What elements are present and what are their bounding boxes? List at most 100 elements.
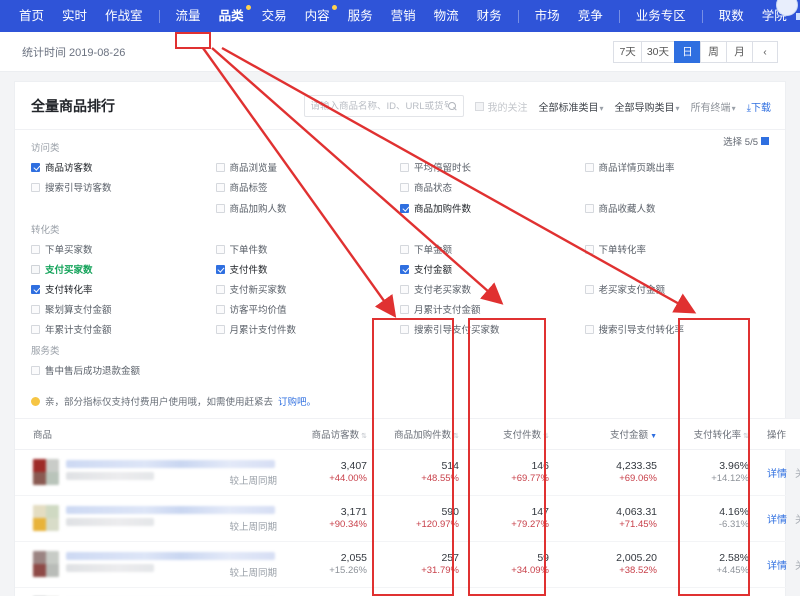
grid-icon[interactable] <box>796 13 800 20</box>
nav-item-9[interactable]: 营销 <box>382 0 425 32</box>
filter-checkbox-0-1-0[interactable]: 搜索引导访客数 <box>31 180 216 194</box>
detail-link[interactable]: 详情 <box>767 515 787 526</box>
my-follow-checkbox[interactable]: 我的关注 <box>475 99 528 114</box>
checkbox-icon[interactable] <box>400 265 409 274</box>
date-range-button-5[interactable]: ‹ <box>752 41 778 63</box>
filter-checkbox-2-2-0[interactable]: 支付转化率 <box>31 282 216 296</box>
filter-checkbox-2-0-0[interactable]: 下单买家数 <box>31 242 216 256</box>
search-input[interactable] <box>311 101 448 112</box>
filter-checkbox-2-1-0[interactable]: 支付买家数 <box>31 262 216 276</box>
checkbox-icon[interactable] <box>216 265 225 274</box>
checkbox-icon[interactable] <box>216 245 225 254</box>
nav-item-7[interactable]: 内容 <box>296 0 339 32</box>
filter-checkbox-2-0-3[interactable]: 下单转化率 <box>585 242 770 256</box>
subscribe-link[interactable]: 订购吧。 <box>278 394 316 408</box>
product-cell[interactable]: 较上周同期 <box>15 495 283 541</box>
search-icon[interactable] <box>448 102 457 111</box>
filter-checkbox-2-4-1[interactable]: 月累计支付件数 <box>216 322 401 336</box>
nav-item-5[interactable]: 品类 <box>210 0 253 32</box>
filter-checkbox-0-0-1[interactable]: 商品浏览量 <box>216 160 401 174</box>
filter-checkbox-2-0-2[interactable]: 下单金额 <box>400 242 585 256</box>
checkbox-icon[interactable] <box>31 305 40 314</box>
date-range-button-3[interactable]: 周 <box>700 41 726 63</box>
detail-link[interactable]: 详情 <box>767 469 787 480</box>
follow-link[interactable]: 关注 <box>795 561 800 572</box>
follow-link[interactable]: 关注 <box>795 515 800 526</box>
nav-item-16[interactable]: 业务专区 <box>627 0 695 32</box>
table-row[interactable]: 较上周同期301-15.45%49+36.11%27+42.11%700.27+… <box>15 587 800 596</box>
standard-category-select[interactable]: 全部标准类目▾ <box>539 99 604 114</box>
checkbox-icon[interactable] <box>31 265 40 274</box>
checkbox-icon[interactable] <box>216 285 225 294</box>
sort-icon[interactable]: ⇅ <box>361 432 367 440</box>
sort-icon[interactable]: ⇅ <box>543 432 549 440</box>
checkbox-icon[interactable] <box>31 183 40 192</box>
checkbox-icon[interactable] <box>585 163 594 172</box>
filter-checkbox-1-0-2[interactable]: 商品加购件数 <box>400 201 585 215</box>
table-row[interactable]: 较上周同期3,407+44.00%514+48.55%146+69.77%4,2… <box>15 450 800 496</box>
checkbox-icon[interactable] <box>400 325 409 334</box>
product-cell[interactable]: 较上周同期 <box>15 450 283 496</box>
nav-item-4[interactable]: 流量 <box>167 0 210 32</box>
checkbox-icon[interactable] <box>216 204 225 213</box>
filter-checkbox-2-0-1[interactable]: 下单件数 <box>216 242 401 256</box>
filter-checkbox-0-0-0[interactable]: 商品访客数 <box>31 160 216 174</box>
checkbox-icon[interactable] <box>31 163 40 172</box>
column-header-1[interactable]: 商品访客数⇅ <box>283 419 375 450</box>
filter-checkbox-1-0-3[interactable]: 商品收藏人数 <box>585 201 770 215</box>
column-header-5[interactable]: 支付转化率⇅ <box>665 419 757 450</box>
date-range-button-1[interactable]: 30天 <box>641 41 674 63</box>
filter-checkbox-3-0-0[interactable]: 售中售后成功退款金额 <box>31 363 216 377</box>
checkbox-icon[interactable] <box>585 325 594 334</box>
sort-icon[interactable]: ⇅ <box>743 432 749 440</box>
detail-link[interactable]: 详情 <box>767 561 787 572</box>
settings-icon[interactable] <box>761 137 769 145</box>
checkbox-icon[interactable] <box>31 285 40 294</box>
filter-checkbox-0-1-2[interactable]: 商品状态 <box>400 180 585 194</box>
search-box[interactable] <box>304 95 464 117</box>
filter-checkbox-2-3-0[interactable]: 聚划算支付金额 <box>31 302 216 316</box>
table-row[interactable]: 较上周同期2,055+15.26%257+31.79%59+34.09%2,00… <box>15 541 800 587</box>
nav-item-13[interactable]: 市场 <box>526 0 569 32</box>
filter-checkbox-2-3-2[interactable]: 月累计支付金额 <box>400 302 585 316</box>
product-cell[interactable]: 较上周同期 <box>15 587 283 596</box>
date-range-button-group[interactable]: 7天30天日周月‹ <box>613 41 778 63</box>
checkbox-icon[interactable] <box>216 183 225 192</box>
column-header-4[interactable]: 支付金额▼ <box>557 419 665 450</box>
filter-checkbox-2-4-0[interactable]: 年累计支付金额 <box>31 322 216 336</box>
filter-checkbox-2-2-1[interactable]: 支付新买家数 <box>216 282 401 296</box>
filter-checkbox-0-0-2[interactable]: 平均停留时长 <box>400 160 585 174</box>
download-button[interactable]: ⤓下载 <box>747 99 771 114</box>
filter-checkbox-2-2-2[interactable]: 支付老买家数 <box>400 282 585 296</box>
nav-item-1[interactable]: 实时 <box>53 0 96 32</box>
follow-link[interactable]: 关注 <box>795 469 800 480</box>
checkbox-icon[interactable] <box>400 204 409 213</box>
filter-checkbox-2-1-1[interactable]: 支付件数 <box>216 262 401 276</box>
date-range-button-0[interactable]: 7天 <box>613 41 640 63</box>
filter-checkbox-2-1-2[interactable]: 支付金额 <box>400 262 585 276</box>
checkbox-icon[interactable] <box>31 325 40 334</box>
nav-item-0[interactable]: 首页 <box>10 0 53 32</box>
checkbox-icon[interactable] <box>400 285 409 294</box>
filter-checkbox-0-1-1[interactable]: 商品标签 <box>216 180 401 194</box>
checkbox-icon[interactable] <box>585 245 594 254</box>
checkbox-icon[interactable] <box>400 183 409 192</box>
filter-checkbox-2-4-2[interactable]: 搜索引导支付买家数 <box>400 322 585 336</box>
filter-checkbox-1-0-1[interactable]: 商品加购人数 <box>216 201 401 215</box>
date-range-button-2[interactable]: 日 <box>674 41 700 63</box>
product-cell[interactable]: 较上周同期 <box>15 541 283 587</box>
checkbox-icon[interactable] <box>400 245 409 254</box>
terminal-select[interactable]: 所有终端▾ <box>691 99 736 114</box>
filter-checkbox-0-0-3[interactable]: 商品详情页跳出率 <box>585 160 770 174</box>
checkbox-icon[interactable] <box>216 305 225 314</box>
filter-checkbox-2-3-1[interactable]: 访客平均价值 <box>216 302 401 316</box>
nav-item-2[interactable]: 作战室 <box>96 0 152 32</box>
column-header-2[interactable]: 商品加购件数⇅ <box>375 419 467 450</box>
checkbox-icon[interactable] <box>31 245 40 254</box>
sort-icon[interactable]: ⇅ <box>453 432 459 440</box>
checkbox-icon[interactable] <box>400 163 409 172</box>
nav-item-14[interactable]: 竞争 <box>569 0 612 32</box>
checkbox-icon[interactable] <box>400 305 409 314</box>
filter-checkbox-2-4-3[interactable]: 搜索引导支付转化率 <box>585 322 770 336</box>
nav-item-6[interactable]: 交易 <box>253 0 296 32</box>
